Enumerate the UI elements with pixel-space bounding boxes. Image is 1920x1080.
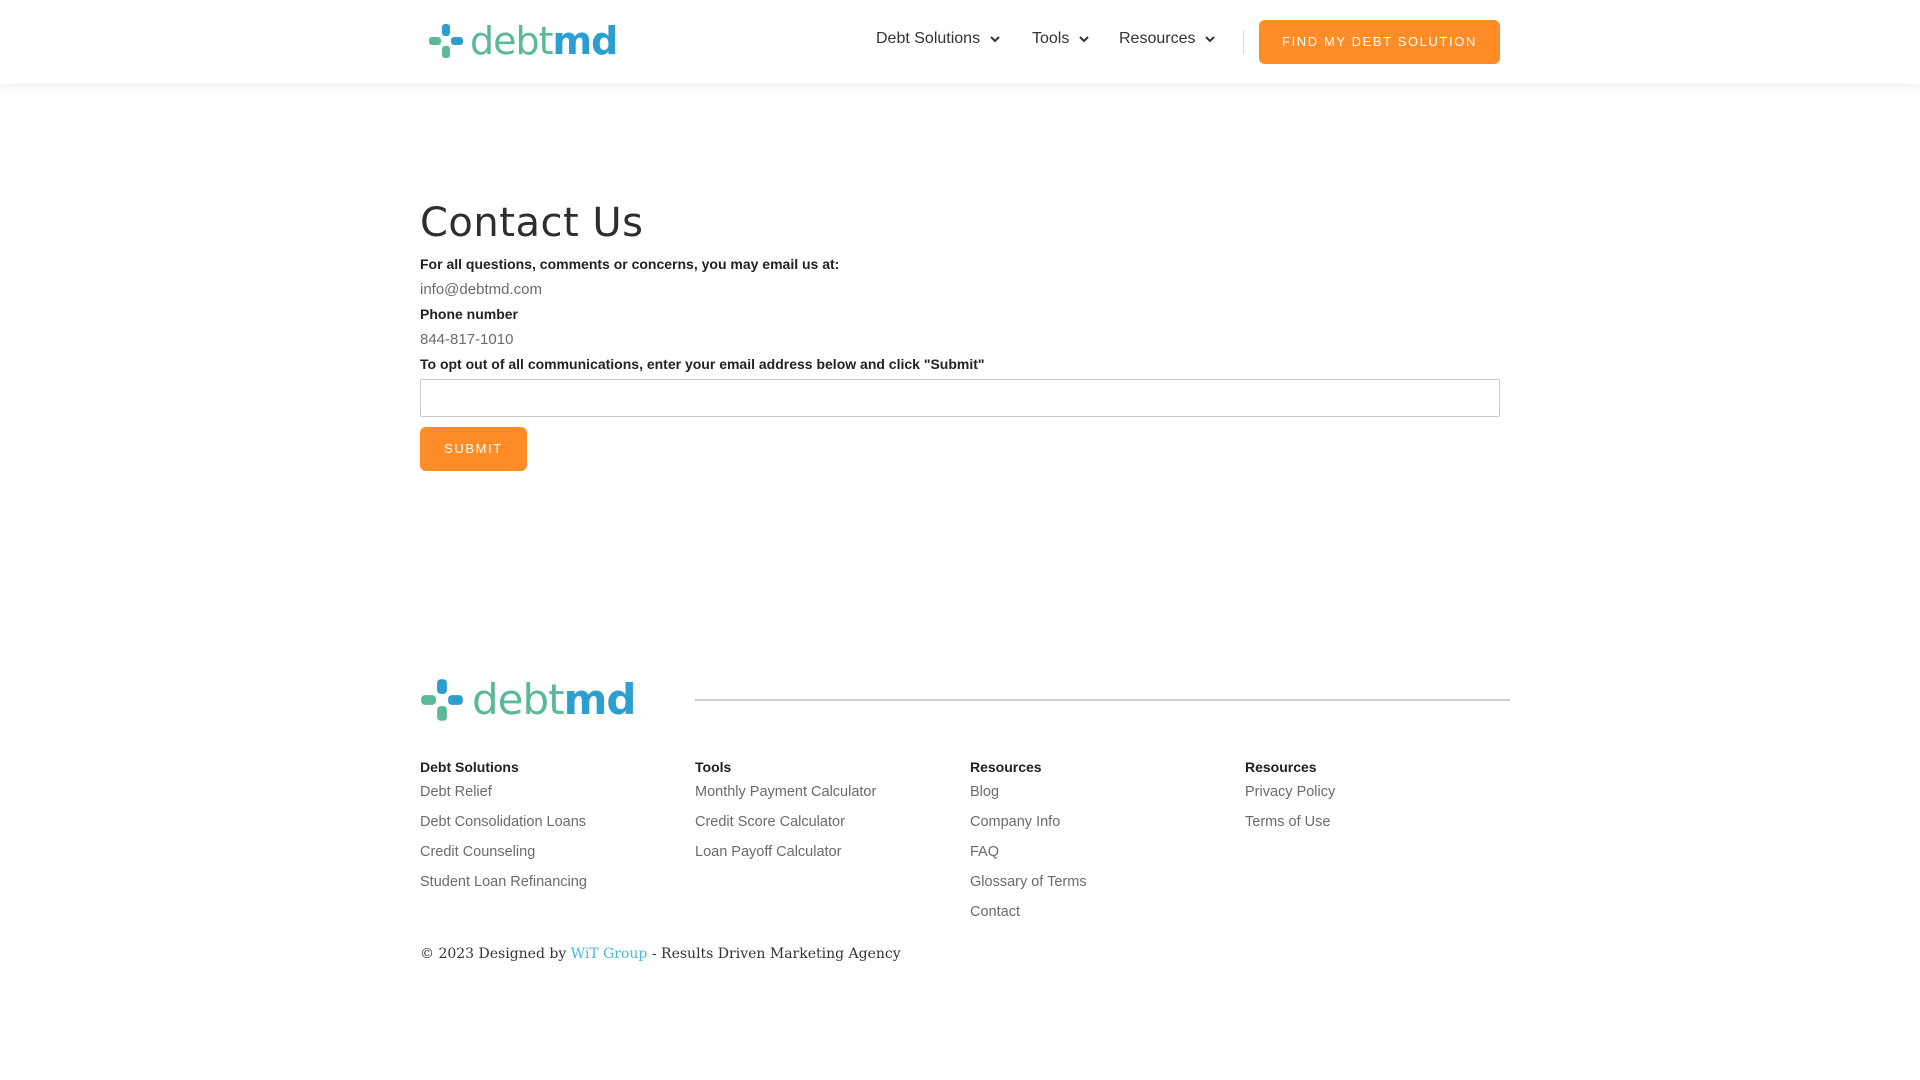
chevron-down-icon bbox=[1205, 36, 1216, 43]
footer-heading: Debt Solutions bbox=[420, 759, 519, 775]
footer-heading: Tools bbox=[695, 759, 732, 775]
footer-link-credit-counseling[interactable]: Credit Counseling bbox=[420, 842, 587, 872]
site-header: debtmd Debt Solutions Tools Resources FI… bbox=[0, 0, 1920, 84]
footer-heading: Resources bbox=[970, 759, 1042, 775]
contact-phone[interactable]: 844-817-1010 bbox=[420, 331, 513, 348]
nav-resources-label: Resources bbox=[1119, 30, 1196, 47]
footer-link-monthly-payment-calculator[interactable]: Monthly Payment Calculator bbox=[695, 782, 876, 812]
email-prompt: For all questions, comments or concerns,… bbox=[420, 256, 840, 272]
copyright: © 2023 Designed by WiT Group - Results D… bbox=[420, 946, 901, 962]
footer-column-debt-solutions: Debt Solutions Debt Relief Debt Consolid… bbox=[420, 757, 587, 902]
logo-mark-icon bbox=[429, 24, 463, 58]
footer-column-legal: Resources Privacy Policy Terms of Use bbox=[1245, 757, 1335, 842]
optout-email-input[interactable] bbox=[420, 379, 1500, 417]
chevron-down-icon bbox=[1079, 36, 1090, 43]
logo-wordmark: debtmd bbox=[472, 675, 636, 724]
page-title: Contact Us bbox=[420, 200, 644, 246]
logo-mark-icon bbox=[421, 679, 463, 721]
footer-link-loan-payoff-calculator[interactable]: Loan Payoff Calculator bbox=[695, 842, 876, 872]
wit-group-link[interactable]: WiT Group bbox=[571, 946, 648, 962]
nav-tools-label: Tools bbox=[1032, 30, 1070, 47]
footer-logo[interactable]: debtmd bbox=[420, 675, 636, 724]
nav-tools[interactable]: Tools bbox=[1032, 30, 1090, 48]
chevron-down-icon bbox=[990, 36, 1000, 43]
submit-button[interactable]: SUBMIT bbox=[420, 427, 527, 471]
nav-resources[interactable]: Resources bbox=[1119, 30, 1216, 48]
nav-debt-solutions[interactable]: Debt Solutions bbox=[876, 30, 1001, 48]
footer-column-resources: Resources Blog Company Info FAQ Glossary… bbox=[970, 757, 1087, 932]
optout-prompt: To opt out of all communications, enter … bbox=[420, 356, 985, 372]
contact-email[interactable]: info@debtmd.com bbox=[420, 281, 542, 298]
footer-link-debt-relief[interactable]: Debt Relief bbox=[420, 782, 587, 812]
find-my-debt-solution-button[interactable]: FIND MY DEBT SOLUTION bbox=[1259, 20, 1500, 64]
logo-wordmark: debtmd bbox=[470, 19, 618, 63]
copyright-suffix: - Results Driven Marketing Agency bbox=[651, 946, 901, 962]
footer-column-tools: Tools Monthly Payment Calculator Credit … bbox=[695, 757, 876, 872]
footer-link-terms-of-use[interactable]: Terms of Use bbox=[1245, 812, 1335, 842]
footer-link-blog[interactable]: Blog bbox=[970, 782, 1087, 812]
footer-link-glossary-of-terms[interactable]: Glossary of Terms bbox=[970, 872, 1087, 902]
footer-link-debt-consolidation-loans[interactable]: Debt Consolidation Loans bbox=[420, 812, 587, 842]
nav-debt-solutions-label: Debt Solutions bbox=[876, 30, 981, 47]
footer-link-contact[interactable]: Contact bbox=[970, 902, 1087, 932]
footer-link-company-info[interactable]: Company Info bbox=[970, 812, 1087, 842]
footer-link-credit-score-calculator[interactable]: Credit Score Calculator bbox=[695, 812, 876, 842]
footer-divider bbox=[695, 699, 1510, 701]
header-logo[interactable]: debtmd bbox=[428, 19, 618, 63]
copyright-prefix: © 2023 Designed by bbox=[420, 946, 567, 962]
phone-label: Phone number bbox=[420, 306, 519, 322]
footer-link-faq[interactable]: FAQ bbox=[970, 842, 1087, 872]
footer-link-privacy-policy[interactable]: Privacy Policy bbox=[1245, 782, 1335, 812]
nav-divider bbox=[1243, 30, 1244, 54]
footer-link-student-loan-refinancing[interactable]: Student Loan Refinancing bbox=[420, 872, 587, 902]
footer-heading: Resources bbox=[1245, 759, 1317, 775]
